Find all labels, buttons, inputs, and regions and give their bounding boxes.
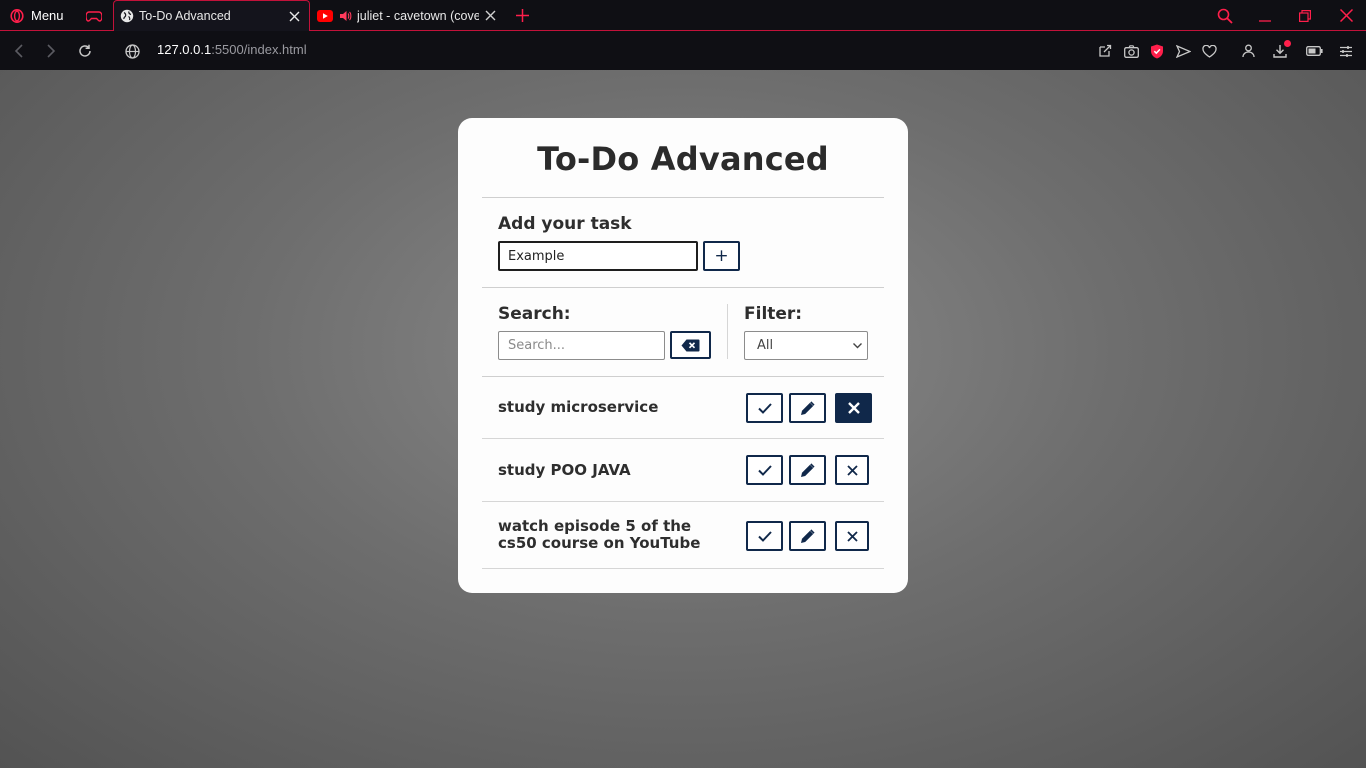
adblock-button[interactable] [1145, 39, 1169, 63]
opera-logo-icon [10, 8, 24, 23]
close-icon [846, 464, 858, 476]
toolbar-separator [727, 304, 728, 359]
search-tabs-button[interactable] [1205, 0, 1245, 31]
filter-select[interactable]: All [744, 331, 868, 360]
chevron-down-icon [853, 343, 862, 349]
filter-selected-value: All [757, 338, 774, 353]
youtube-icon [317, 9, 333, 22]
globe-icon [120, 9, 134, 23]
task-text: study microservice [498, 398, 659, 416]
app-title: To-Do Advanced [537, 140, 829, 178]
sliders-icon [1340, 45, 1352, 57]
close-icon [846, 530, 858, 542]
downloads-button[interactable] [1268, 39, 1292, 63]
easy-setup-menu-button[interactable] [1334, 39, 1358, 63]
browser-menu-button[interactable]: Menu [0, 0, 78, 31]
close-tab-icon[interactable] [479, 5, 501, 27]
pencil-icon [801, 400, 815, 415]
bookmark-button[interactable] [1197, 39, 1221, 63]
globe-icon [124, 43, 140, 59]
gamepad-icon [86, 10, 102, 22]
battery-saver-button[interactable] [1302, 39, 1326, 63]
edit-share-icon [1099, 44, 1112, 57]
forward-button[interactable] [39, 39, 63, 63]
send-button[interactable] [1171, 39, 1195, 63]
task-row: study POO JAVA [482, 440, 884, 502]
task-row: study microservice [482, 377, 884, 439]
url-path: :5500/index.html [211, 42, 307, 57]
check-icon [757, 402, 772, 414]
edit-task-button[interactable] [789, 455, 826, 485]
user-icon [1241, 44, 1255, 58]
download-badge [1284, 40, 1291, 47]
easy-setup-button[interactable] [1093, 39, 1117, 63]
browser-address-bar: 127.0.0.1:5500/index.html [0, 31, 1366, 70]
todo-card: To-Do Advanced Add your task + Search: F… [458, 118, 908, 593]
close-icon [847, 402, 860, 414]
arrow-left-icon [14, 44, 23, 58]
url-text[interactable]: 127.0.0.1:5500/index.html [157, 42, 307, 57]
add-button-label: + [714, 245, 729, 266]
check-icon [757, 464, 772, 476]
remove-task-button[interactable] [835, 521, 869, 551]
add-task-button[interactable]: + [703, 241, 740, 271]
task-row: watch episode 5 of the cs50 course on Yo… [482, 503, 884, 569]
remove-task-button[interactable] [835, 455, 869, 485]
heart-icon [1201, 44, 1217, 58]
gamepad-button[interactable] [80, 0, 108, 31]
backspace-icon [681, 339, 700, 351]
edit-task-button[interactable] [789, 521, 826, 551]
task-text: watch episode 5 of the cs50 course on Yo… [498, 517, 701, 552]
send-icon [1175, 44, 1191, 58]
tab-title: juliet - cavetown (cover) [357, 8, 479, 23]
pencil-icon [801, 528, 815, 543]
profile-button[interactable] [1236, 39, 1260, 63]
plus-icon [515, 8, 529, 22]
close-icon [1339, 9, 1353, 22]
restore-button[interactable] [1285, 0, 1325, 31]
tab-youtube-juliet[interactable]: juliet - cavetown (cover) [311, 0, 505, 31]
add-divider [482, 287, 884, 288]
browser-menu-label: Menu [31, 8, 64, 23]
edit-task-button[interactable] [789, 393, 826, 423]
tab-title: To-Do Advanced [139, 9, 231, 23]
title-divider [482, 197, 884, 198]
reload-icon [79, 44, 91, 57]
restore-icon [1299, 9, 1311, 22]
tab-todo-advanced[interactable]: To-Do Advanced [113, 0, 310, 31]
search-input[interactable] [498, 331, 665, 360]
back-button[interactable] [6, 39, 30, 63]
filter-label: Filter: [744, 304, 803, 324]
minimize-button[interactable] [1245, 0, 1285, 31]
url-host: 127.0.0.1 [157, 42, 212, 57]
add-task-label: Add your task [498, 214, 632, 234]
pencil-icon [801, 462, 815, 477]
new-tab-button[interactable] [510, 3, 534, 27]
shield-icon [1151, 44, 1163, 58]
speaker-icon[interactable] [339, 10, 352, 22]
page-viewport: To-Do Advanced Add your task + Search: F… [0, 70, 1366, 768]
camera-icon [1123, 44, 1139, 58]
finish-task-button[interactable] [746, 393, 783, 423]
arrow-right-icon [46, 44, 55, 58]
snapshot-button[interactable] [1119, 39, 1143, 63]
search-label: Search: [498, 304, 571, 324]
task-input[interactable] [498, 241, 698, 271]
close-tab-icon[interactable] [283, 5, 305, 27]
clear-search-button[interactable] [670, 331, 711, 359]
site-info-button[interactable] [120, 39, 144, 63]
browser-tab-bar: Menu To-Do Advanced juliet - cavetown (c… [0, 0, 1366, 31]
minimize-icon [1259, 19, 1271, 22]
finish-task-button[interactable] [746, 455, 783, 485]
finish-task-button[interactable] [746, 521, 783, 551]
battery-icon [1305, 46, 1323, 56]
reload-button[interactable] [73, 39, 97, 63]
close-window-button[interactable] [1326, 0, 1366, 31]
task-text: study POO JAVA [498, 461, 631, 479]
search-icon [1217, 8, 1233, 24]
check-icon [757, 530, 772, 542]
remove-task-button[interactable] [835, 393, 872, 423]
